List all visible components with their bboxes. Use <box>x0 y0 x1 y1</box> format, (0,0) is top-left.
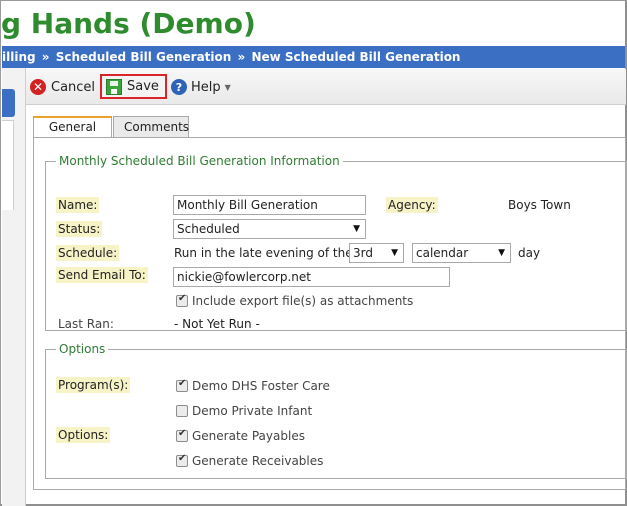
programs-label: Program(s): <box>56 377 131 393</box>
breadcrumb-billing[interactable]: illing <box>2 50 36 64</box>
left-nav-panel <box>2 120 14 210</box>
breadcrumb: illing » Scheduled Bill Generation » New… <box>2 46 625 68</box>
breadcrumb-current: New Scheduled Bill Generation <box>251 50 461 64</box>
tab-comments[interactable]: Comments <box>113 116 189 138</box>
option-checkbox-row[interactable]: Generate Receivables <box>176 453 324 468</box>
name-input[interactable]: Monthly Bill Generation <box>173 195 366 215</box>
info-legend: Monthly Scheduled Bill Generation Inform… <box>59 154 340 168</box>
schedule-type-select[interactable]: calendar ▼ <box>412 243 511 263</box>
email-input[interactable]: nickie@fowlercorp.net <box>173 267 450 287</box>
cancel-button[interactable]: ✕ Cancel <box>30 76 95 98</box>
chevron-down-icon: ▼ <box>224 82 231 92</box>
window-frame: g Hands (Demo) illing » Scheduled Bill G… <box>0 0 627 506</box>
schedule-label: Schedule: <box>56 245 120 261</box>
status-value: Scheduled <box>177 222 240 236</box>
schedule-suffix: day <box>518 246 541 260</box>
agency-label: Agency: <box>386 197 438 213</box>
cancel-label: Cancel <box>51 79 96 95</box>
save-label: Save <box>127 79 159 94</box>
program-label: Demo DHS Foster Care <box>192 379 330 393</box>
schedule-day-value: 3rd <box>353 246 373 260</box>
attach-checkbox[interactable] <box>176 293 188 307</box>
program-label: Demo Private Infant <box>192 404 313 418</box>
option-label: Generate Receivables <box>192 454 324 468</box>
option-checkbox-row[interactable]: Generate Payables <box>176 428 305 443</box>
status-label: Status: <box>56 221 103 237</box>
chevron-down-icon: ▼ <box>391 248 398 258</box>
program-checkbox[interactable] <box>176 378 188 392</box>
breadcrumb-scheduled-bill-generation[interactable]: Scheduled Bill Generation <box>56 50 232 64</box>
program-checkbox-row[interactable]: Demo DHS Foster Care <box>176 378 330 393</box>
chevron-down-icon: ▼ <box>353 224 360 234</box>
left-nav-strip <box>2 68 26 506</box>
generate-payables-checkbox[interactable] <box>176 428 188 442</box>
save-icon <box>106 78 122 95</box>
status-select[interactable]: Scheduled ▼ <box>173 219 366 239</box>
attach-checkbox-row[interactable]: Include export file(s) as attachments <box>176 293 414 308</box>
schedule-prefix: Run in the late evening of the <box>174 246 353 260</box>
option-label: Generate Payables <box>192 429 305 443</box>
cancel-icon: ✕ <box>30 79 46 95</box>
generate-receivables-checkbox[interactable] <box>176 453 188 467</box>
last-ran-value: - Not Yet Run - <box>174 317 260 331</box>
attach-label: Include export file(s) as attachments <box>192 294 414 308</box>
last-ran-label: Last Ran: <box>58 317 114 331</box>
app-title: g Hands (Demo) <box>1 7 256 40</box>
save-button[interactable]: Save <box>100 74 167 99</box>
options-fieldset: Options Program(s): Demo DHS Foster Care… <box>45 342 627 479</box>
email-label: Send Email To: <box>56 267 148 283</box>
options-label: Options: <box>56 427 111 443</box>
help-label: Help <box>191 79 221 95</box>
help-button[interactable]: ? Help ▼ <box>171 76 231 98</box>
tab-panel-general: Monthly Scheduled Bill Generation Inform… <box>33 137 627 490</box>
breadcrumb-separator: » <box>41 50 50 64</box>
agency-value: Boys Town <box>508 198 571 212</box>
name-label: Name: <box>56 197 100 213</box>
chevron-down-icon: ▼ <box>498 248 505 258</box>
schedule-day-select[interactable]: 3rd ▼ <box>349 243 404 263</box>
schedule-type-value: calendar <box>416 246 469 260</box>
tab-general[interactable]: General <box>33 116 112 139</box>
options-legend: Options <box>59 342 106 356</box>
help-icon: ? <box>171 79 187 95</box>
left-nav-tab[interactable] <box>2 89 15 117</box>
program-checkbox[interactable] <box>176 405 188 417</box>
info-fieldset: Monthly Scheduled Bill Generation Inform… <box>45 154 627 331</box>
breadcrumb-separator: » <box>237 50 246 64</box>
program-checkbox-row[interactable]: Demo Private Infant <box>176 404 312 418</box>
toolbar: ✕ Cancel Save ? Help ▼ <box>26 69 626 105</box>
